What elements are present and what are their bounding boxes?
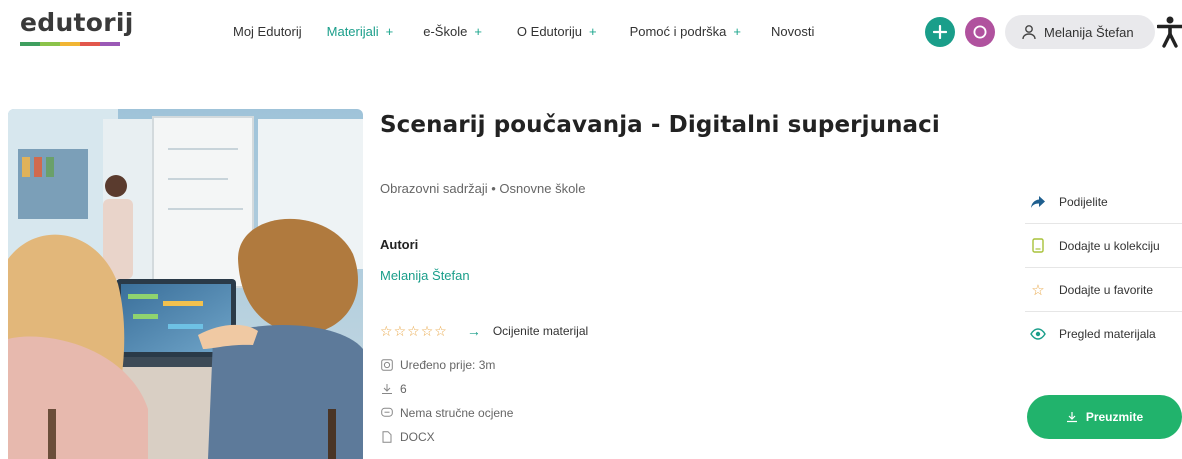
search-button[interactable] [965, 17, 995, 47]
main-nav: Moj Edutorij Materijali + e-Škole + O Ed… [233, 24, 814, 39]
add-button[interactable] [925, 17, 955, 47]
arrow-right-icon: → [466, 323, 481, 339]
user-menu-button[interactable]: Melanija Štefan [1005, 15, 1155, 49]
bookmark-icon [1029, 238, 1047, 253]
authors-heading: Autori [380, 237, 419, 252]
plus-icon: + [474, 24, 482, 39]
rating-row: ☆ ☆ ☆ ☆ ☆ → Ocijenite materijal [380, 323, 588, 339]
nav-item-novosti[interactable]: Novosti [771, 24, 814, 39]
author-link[interactable]: Melanija Štefan [380, 268, 470, 283]
user-name: Melanija Štefan [1044, 24, 1134, 40]
expert-review-text: Nema stručne ocjene [400, 406, 514, 420]
share-label: Podijelite [1059, 194, 1108, 209]
star-icon[interactable]: ☆ [421, 324, 434, 338]
nav-item-materijali[interactable]: Materijali + [327, 24, 394, 39]
download-label: Preuzmite [1085, 410, 1144, 424]
star-rating[interactable]: ☆ ☆ ☆ ☆ ☆ [380, 324, 447, 338]
logo-color-bar [20, 42, 120, 46]
eye-icon [1029, 328, 1047, 340]
star-icon[interactable]: ☆ [380, 324, 393, 338]
edited-text: Uređeno prije: 3m [400, 358, 496, 372]
nav-label: Materijali [326, 24, 379, 39]
nav-label: Moj Edutorij [233, 24, 302, 39]
site-header: edutorij Moj Edutorij Materijali + e-Ško… [0, 0, 1182, 66]
clock-icon [380, 359, 393, 372]
edutorij-logo[interactable]: edutorij [20, 8, 134, 46]
nav-label: e-Škole [423, 24, 468, 39]
nav-label: Pomoć i podrška [629, 24, 727, 39]
plus-icon: + [588, 24, 597, 39]
downloads-info: 6 [380, 382, 407, 396]
download-button[interactable]: Preuzmite [1027, 395, 1182, 439]
plus-icon: + [733, 24, 741, 39]
material-category: Obrazovni sadržaji • Osnovne škole [380, 181, 586, 196]
add-to-favorites-button[interactable]: ☆ Dodajte u favorite [1025, 268, 1182, 312]
nav-label: Novosti [770, 24, 815, 39]
accessibility-icon [1156, 16, 1182, 48]
plus-icon [933, 25, 947, 39]
preview-material-label: Pregled materijala [1059, 327, 1156, 341]
search-icon [973, 25, 987, 39]
edited-info: Uređeno prije: 3m [380, 358, 495, 372]
accessibility-button[interactable] [1156, 16, 1182, 53]
logo-text: edutorij [20, 8, 134, 37]
plus-icon: + [385, 24, 394, 39]
rate-material-link[interactable]: Ocijenite materijal [493, 324, 588, 338]
expert-review-info: Nema stručne ocjene [380, 406, 513, 420]
add-to-collection-button[interactable]: Dodajte u kolekciju [1025, 224, 1182, 268]
material-actions: Podijelite Dodajte u kolekciju ☆ Dodajte… [1025, 180, 1182, 356]
nav-item-moj-edutorij[interactable]: Moj Edutorij [233, 24, 302, 39]
share-icon [1029, 195, 1047, 209]
preview-material-button[interactable]: Pregled materijala [1025, 312, 1182, 356]
classroom-illustration [8, 109, 363, 459]
nav-label: O Edutoriju [516, 24, 582, 39]
star-icon[interactable]: ☆ [394, 324, 407, 338]
add-to-collection-label: Dodajte u kolekciju [1059, 238, 1160, 253]
nav-item-e-skole[interactable]: e-Škole + [423, 24, 482, 39]
nav-item-pomoc-i-podrska[interactable]: Pomoć i podrška + [630, 24, 741, 39]
file-icon [380, 431, 393, 444]
file-type-info: DOCX [380, 430, 435, 444]
share-button[interactable]: Podijelite [1025, 180, 1182, 224]
material-cover-image [8, 109, 363, 459]
file-type-text: DOCX [400, 430, 435, 444]
star-icon[interactable]: ☆ [407, 324, 420, 338]
star-icon[interactable]: ☆ [434, 324, 447, 338]
user-icon [1022, 25, 1036, 40]
download-icon [1066, 412, 1077, 423]
nav-item-o-edutoriju[interactable]: O Edutoriju + [517, 24, 597, 39]
add-to-favorites-label: Dodajte u favorite [1059, 282, 1154, 297]
star-outline-icon: ☆ [1031, 281, 1045, 299]
downloads-count: 6 [400, 382, 407, 396]
download-count-icon [380, 383, 393, 396]
comment-icon [380, 407, 393, 420]
material-title: Scenarij poučavanja - Digitalni superjun… [380, 112, 940, 138]
